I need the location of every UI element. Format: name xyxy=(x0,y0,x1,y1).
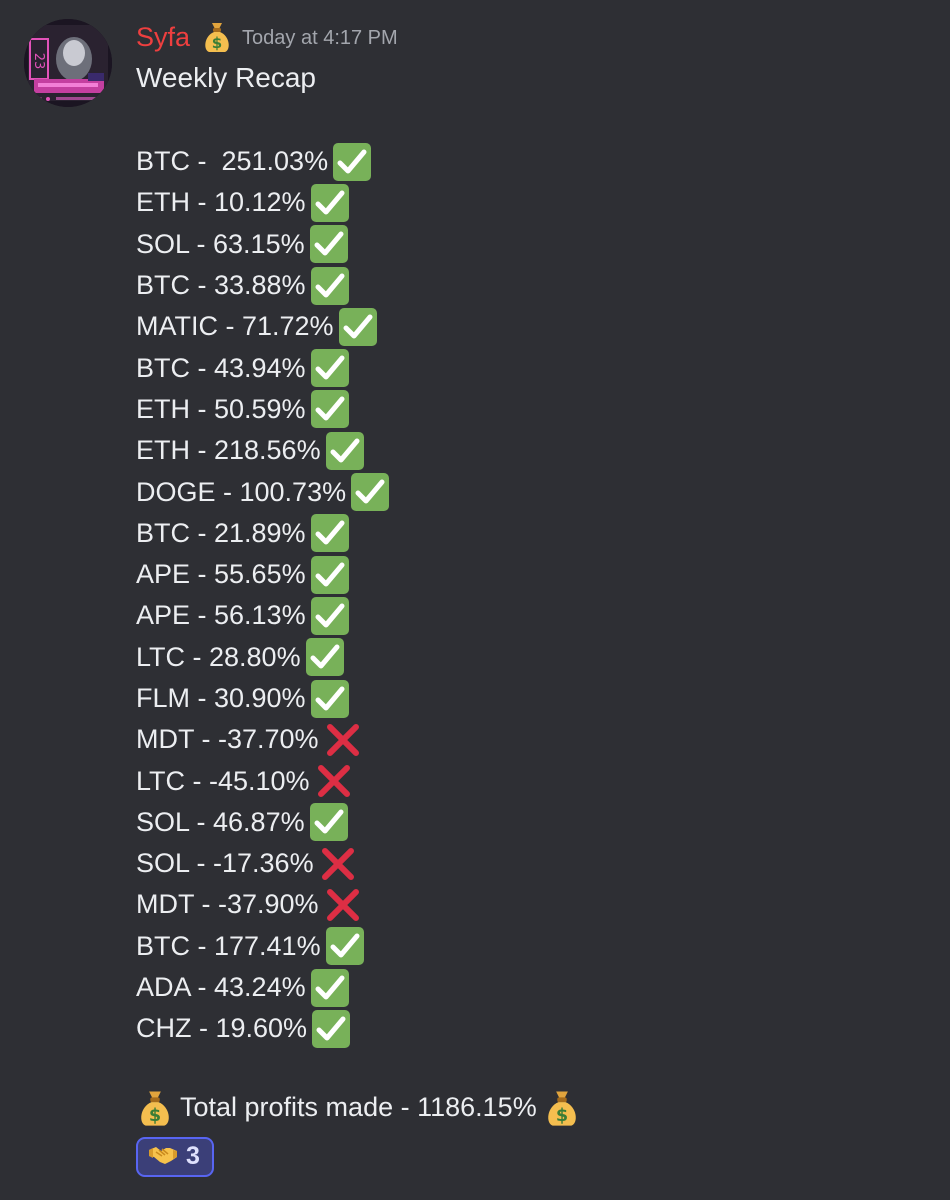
trade-row: LTC - -45.10% xyxy=(136,760,916,801)
trade-row: CHZ - 19.60% xyxy=(136,1008,916,1049)
trade-text: MDT - -37.70% xyxy=(136,724,319,755)
svg-text:$: $ xyxy=(212,34,222,52)
total-profits-text: Total profits made - 1186.15% xyxy=(180,1092,537,1123)
check-mark-icon xyxy=(310,555,350,595)
avatar[interactable]: 23 xyxy=(24,19,112,107)
check-mark-icon xyxy=(310,266,350,306)
trade-text: BTC - 33.88% xyxy=(136,270,306,301)
trade-row: MDT - -37.90% xyxy=(136,884,916,925)
total-line: $ Total profits made - 1186.15% $ xyxy=(136,1087,916,1129)
check-mark-icon xyxy=(309,802,349,842)
trade-row: FLM - 30.90% xyxy=(136,678,916,719)
trade-text: SOL - 63.15% xyxy=(136,228,305,259)
check-mark-icon xyxy=(310,389,350,429)
trade-row: BTC - 21.89% xyxy=(136,513,916,554)
trade-text: MDT - -37.90% xyxy=(136,889,319,920)
trade-row: BTC - 43.94% xyxy=(136,347,916,388)
timestamp: Today at 4:17 PM xyxy=(242,27,398,49)
svg-text:23: 23 xyxy=(31,53,46,70)
check-mark-icon xyxy=(305,637,345,677)
trade-row: LTC - 28.80% xyxy=(136,637,916,678)
message-content: Syfa $ Today at 4:17 PM Weekly Recap BTC… xyxy=(136,14,916,1177)
check-mark-icon xyxy=(325,926,365,966)
trade-row: ETH - 50.59% xyxy=(136,389,916,430)
trade-text: APE - 56.13% xyxy=(136,600,306,631)
trade-row: DOGE - 100.73% xyxy=(136,471,916,512)
trade-text: LTC - -45.10% xyxy=(136,765,310,796)
svg-text:$: $ xyxy=(556,1105,568,1125)
trade-row: BTC - 177.41% xyxy=(136,926,916,967)
money-bag-icon: $ xyxy=(136,1088,174,1128)
trade-text: SOL - 46.87% xyxy=(136,806,305,837)
trade-text: ETH - 10.12% xyxy=(136,187,306,218)
trade-row: APE - 55.65% xyxy=(136,554,916,595)
svg-text:$: $ xyxy=(149,1105,161,1125)
message-title: Weekly Recap xyxy=(136,62,317,93)
trade-row: MDT - -37.70% xyxy=(136,719,916,760)
trade-text: BTC - 43.94% xyxy=(136,352,306,383)
handshake-icon xyxy=(148,1142,178,1171)
message-header: Syfa $ Today at 4:17 PM xyxy=(136,14,916,60)
trade-row: SOL - -17.36% xyxy=(136,843,916,884)
chat-view: 23 Syfa $ Today at 4:17 PM Weekly Recap … xyxy=(0,0,950,1200)
money-bag-icon: $ xyxy=(200,20,234,54)
check-mark-icon xyxy=(338,307,378,347)
check-mark-icon xyxy=(310,183,350,223)
check-mark-icon xyxy=(310,596,350,636)
trade-row: APE - 56.13% xyxy=(136,595,916,636)
check-mark-icon xyxy=(325,431,365,471)
trade-row: ETH - 218.56% xyxy=(136,430,916,471)
trade-text: BTC - 21.89% xyxy=(136,517,306,548)
trade-text: ADA - 43.24% xyxy=(136,972,306,1003)
username[interactable]: Syfa xyxy=(136,22,190,53)
check-mark-icon xyxy=(350,472,390,512)
check-mark-icon xyxy=(310,513,350,553)
check-mark-icon xyxy=(309,224,349,264)
cross-mark-icon xyxy=(314,761,354,801)
cross-mark-icon xyxy=(323,885,363,925)
trade-row: MATIC - 71.72% xyxy=(136,306,916,347)
trade-row: BTC - 251.03% xyxy=(136,141,916,182)
trade-text: FLM - 30.90% xyxy=(136,683,306,713)
check-mark-icon xyxy=(332,142,372,182)
trade-list: BTC - 251.03% ETH - 10.12% SOL - 63.15% BTC… xyxy=(136,141,916,1050)
trade-text: BTC - 177.41% xyxy=(136,930,321,961)
trade-row: ADA - 43.24% xyxy=(136,967,916,1008)
avatar-image: 23 xyxy=(24,19,112,107)
trade-text: SOL - -17.36% xyxy=(136,848,314,879)
trade-text: ETH - 50.59% xyxy=(136,393,306,424)
money-bag-icon: $ xyxy=(543,1088,581,1128)
check-mark-icon xyxy=(310,968,350,1008)
trade-text: APE - 55.65% xyxy=(136,559,306,590)
trade-text: BTC - 251.03% xyxy=(136,146,329,177)
cross-mark-icon xyxy=(323,720,363,760)
reaction-button[interactable]: 3 xyxy=(136,1136,214,1177)
check-mark-icon xyxy=(310,679,350,719)
reaction-count: 3 xyxy=(186,1142,200,1171)
trade-text: DOGE - 100.73% xyxy=(136,476,347,507)
trade-text: CHZ - 19.60% xyxy=(136,1013,308,1044)
trade-row: ETH - 10.12% xyxy=(136,182,916,223)
check-mark-icon xyxy=(310,348,350,388)
cross-mark-icon xyxy=(318,844,358,884)
trade-text: MATIC - 71.72% xyxy=(136,311,334,342)
trade-text: ETH - 218.56% xyxy=(136,435,321,466)
check-mark-icon xyxy=(311,1009,351,1049)
trade-text: LTC - 28.80% xyxy=(136,641,301,672)
trade-row: BTC - 33.88% xyxy=(136,265,916,306)
trade-row: SOL - 46.87% xyxy=(136,802,916,843)
trade-row: SOL - 63.15% xyxy=(136,224,916,265)
